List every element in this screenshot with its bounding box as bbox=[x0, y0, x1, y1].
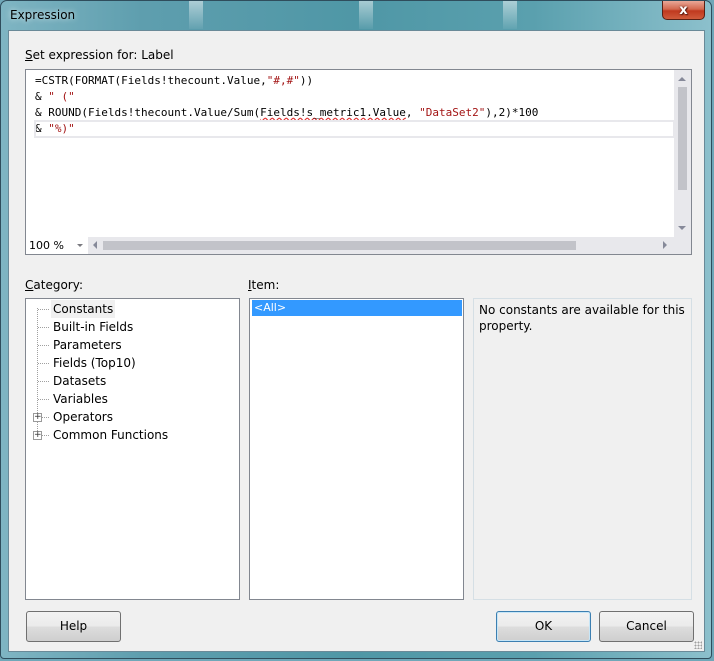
chevron-down-icon bbox=[77, 244, 83, 247]
vertical-scrollbar[interactable] bbox=[674, 70, 691, 237]
code-string-token: "#,#" bbox=[266, 74, 300, 87]
code-error-token: Fields!s_metric1.Value bbox=[260, 106, 406, 119]
code-token: ),2)*100 bbox=[485, 106, 539, 119]
expand-plus-icon[interactable]: + bbox=[33, 431, 42, 440]
tree-item-built-in-fields[interactable]: Built-in Fields bbox=[51, 318, 135, 336]
horizontal-scroll-thumb[interactable] bbox=[103, 241, 576, 250]
expand-plus-icon[interactable]: + bbox=[33, 413, 42, 422]
tree-item-fields-top10[interactable]: Fields (Top10) bbox=[51, 354, 138, 372]
category-label: Category: bbox=[25, 278, 83, 292]
label-text: ategory: bbox=[33, 278, 83, 292]
tree-connector bbox=[38, 363, 49, 364]
scroll-right-icon[interactable] bbox=[663, 241, 667, 249]
code-line[interactable]: & " (" bbox=[35, 89, 674, 105]
tree-connector bbox=[38, 309, 49, 310]
close-icon: x bbox=[679, 2, 688, 18]
window-title: Expression bbox=[10, 8, 76, 22]
code-token: & bbox=[35, 122, 49, 135]
accesskey: S bbox=[25, 48, 33, 62]
code-token: )) bbox=[299, 74, 314, 87]
description-text: No constants are available for this prop… bbox=[479, 303, 685, 333]
tree-connector bbox=[38, 345, 49, 346]
vertical-scroll-thumb[interactable] bbox=[678, 87, 687, 190]
code-token: & ROUND(Fields!thecount.Value/Sum( bbox=[35, 106, 261, 119]
tree-item-parameters[interactable]: Parameters bbox=[51, 336, 124, 354]
code-token: & bbox=[35, 90, 49, 103]
code-string-token: "DataSet2" bbox=[419, 106, 486, 119]
set-expression-label: Set expression for: Label bbox=[25, 48, 174, 62]
tree-item-constants[interactable]: Constants bbox=[51, 300, 116, 318]
resize-grip-icon[interactable] bbox=[694, 641, 702, 649]
cancel-button[interactable]: Cancel bbox=[599, 611, 694, 642]
code-token: , bbox=[405, 106, 420, 119]
scroll-left-icon[interactable] bbox=[93, 241, 97, 249]
item-list[interactable]: <All> bbox=[249, 298, 464, 600]
tree-item-operators[interactable]: Operators bbox=[51, 408, 115, 426]
titlebar-glint bbox=[189, 1, 203, 29]
category-tree[interactable]: Constants Built-in Fields Parameters Fields… bbox=[25, 298, 240, 600]
titlebar-glint bbox=[359, 1, 373, 29]
horizontal-scrollbar[interactable]: 100 % bbox=[26, 237, 691, 254]
item-label: Item: bbox=[248, 278, 279, 292]
tree-item-variables[interactable]: Variables bbox=[51, 390, 110, 408]
list-item-all[interactable]: <All> bbox=[252, 300, 462, 316]
label-text: et expression for: Label bbox=[32, 48, 174, 62]
code-string-token: " (" bbox=[48, 90, 75, 103]
description-panel: No constants are available for this prop… bbox=[473, 298, 692, 600]
scroll-up-icon[interactable] bbox=[678, 77, 686, 81]
code-line[interactable]: & ROUND(Fields!thecount.Value/Sum(Fields… bbox=[35, 105, 674, 121]
tree-item-common-functions[interactable]: Common Functions bbox=[51, 426, 170, 444]
zoom-select[interactable]: 100 % bbox=[26, 237, 88, 254]
tree-connector bbox=[38, 381, 49, 382]
titlebar-glint bbox=[503, 1, 517, 29]
code-token: =CSTR(FORMAT(Fields!thecount.Value, bbox=[35, 74, 267, 87]
code-line[interactable]: & "%)" bbox=[34, 120, 674, 138]
tree-connector bbox=[38, 327, 49, 328]
code-line[interactable]: =CSTR(FORMAT(Fields!thecount.Value,"#,#"… bbox=[35, 73, 674, 89]
expression-code[interactable]: =CSTR(FORMAT(Fields!thecount.Value,"#,#"… bbox=[27, 71, 674, 237]
tree-item-datasets[interactable]: Datasets bbox=[51, 372, 108, 390]
help-button[interactable]: Help bbox=[26, 611, 121, 642]
expression-dialog: Expression x Set expression for: Label =… bbox=[0, 0, 712, 659]
ok-button[interactable]: OK bbox=[496, 611, 591, 642]
label-text: tem: bbox=[251, 278, 280, 292]
code-string-token: "%)" bbox=[48, 122, 75, 135]
scroll-down-icon[interactable] bbox=[678, 226, 686, 230]
expression-editor[interactable]: =CSTR(FORMAT(Fields!thecount.Value,"#,#"… bbox=[25, 69, 692, 255]
close-button[interactable]: x bbox=[662, 1, 705, 20]
dialog-client-area: Set expression for: Label =CSTR(FORMAT(F… bbox=[8, 30, 705, 652]
tree-connector bbox=[38, 399, 49, 400]
zoom-level: 100 % bbox=[29, 239, 64, 252]
